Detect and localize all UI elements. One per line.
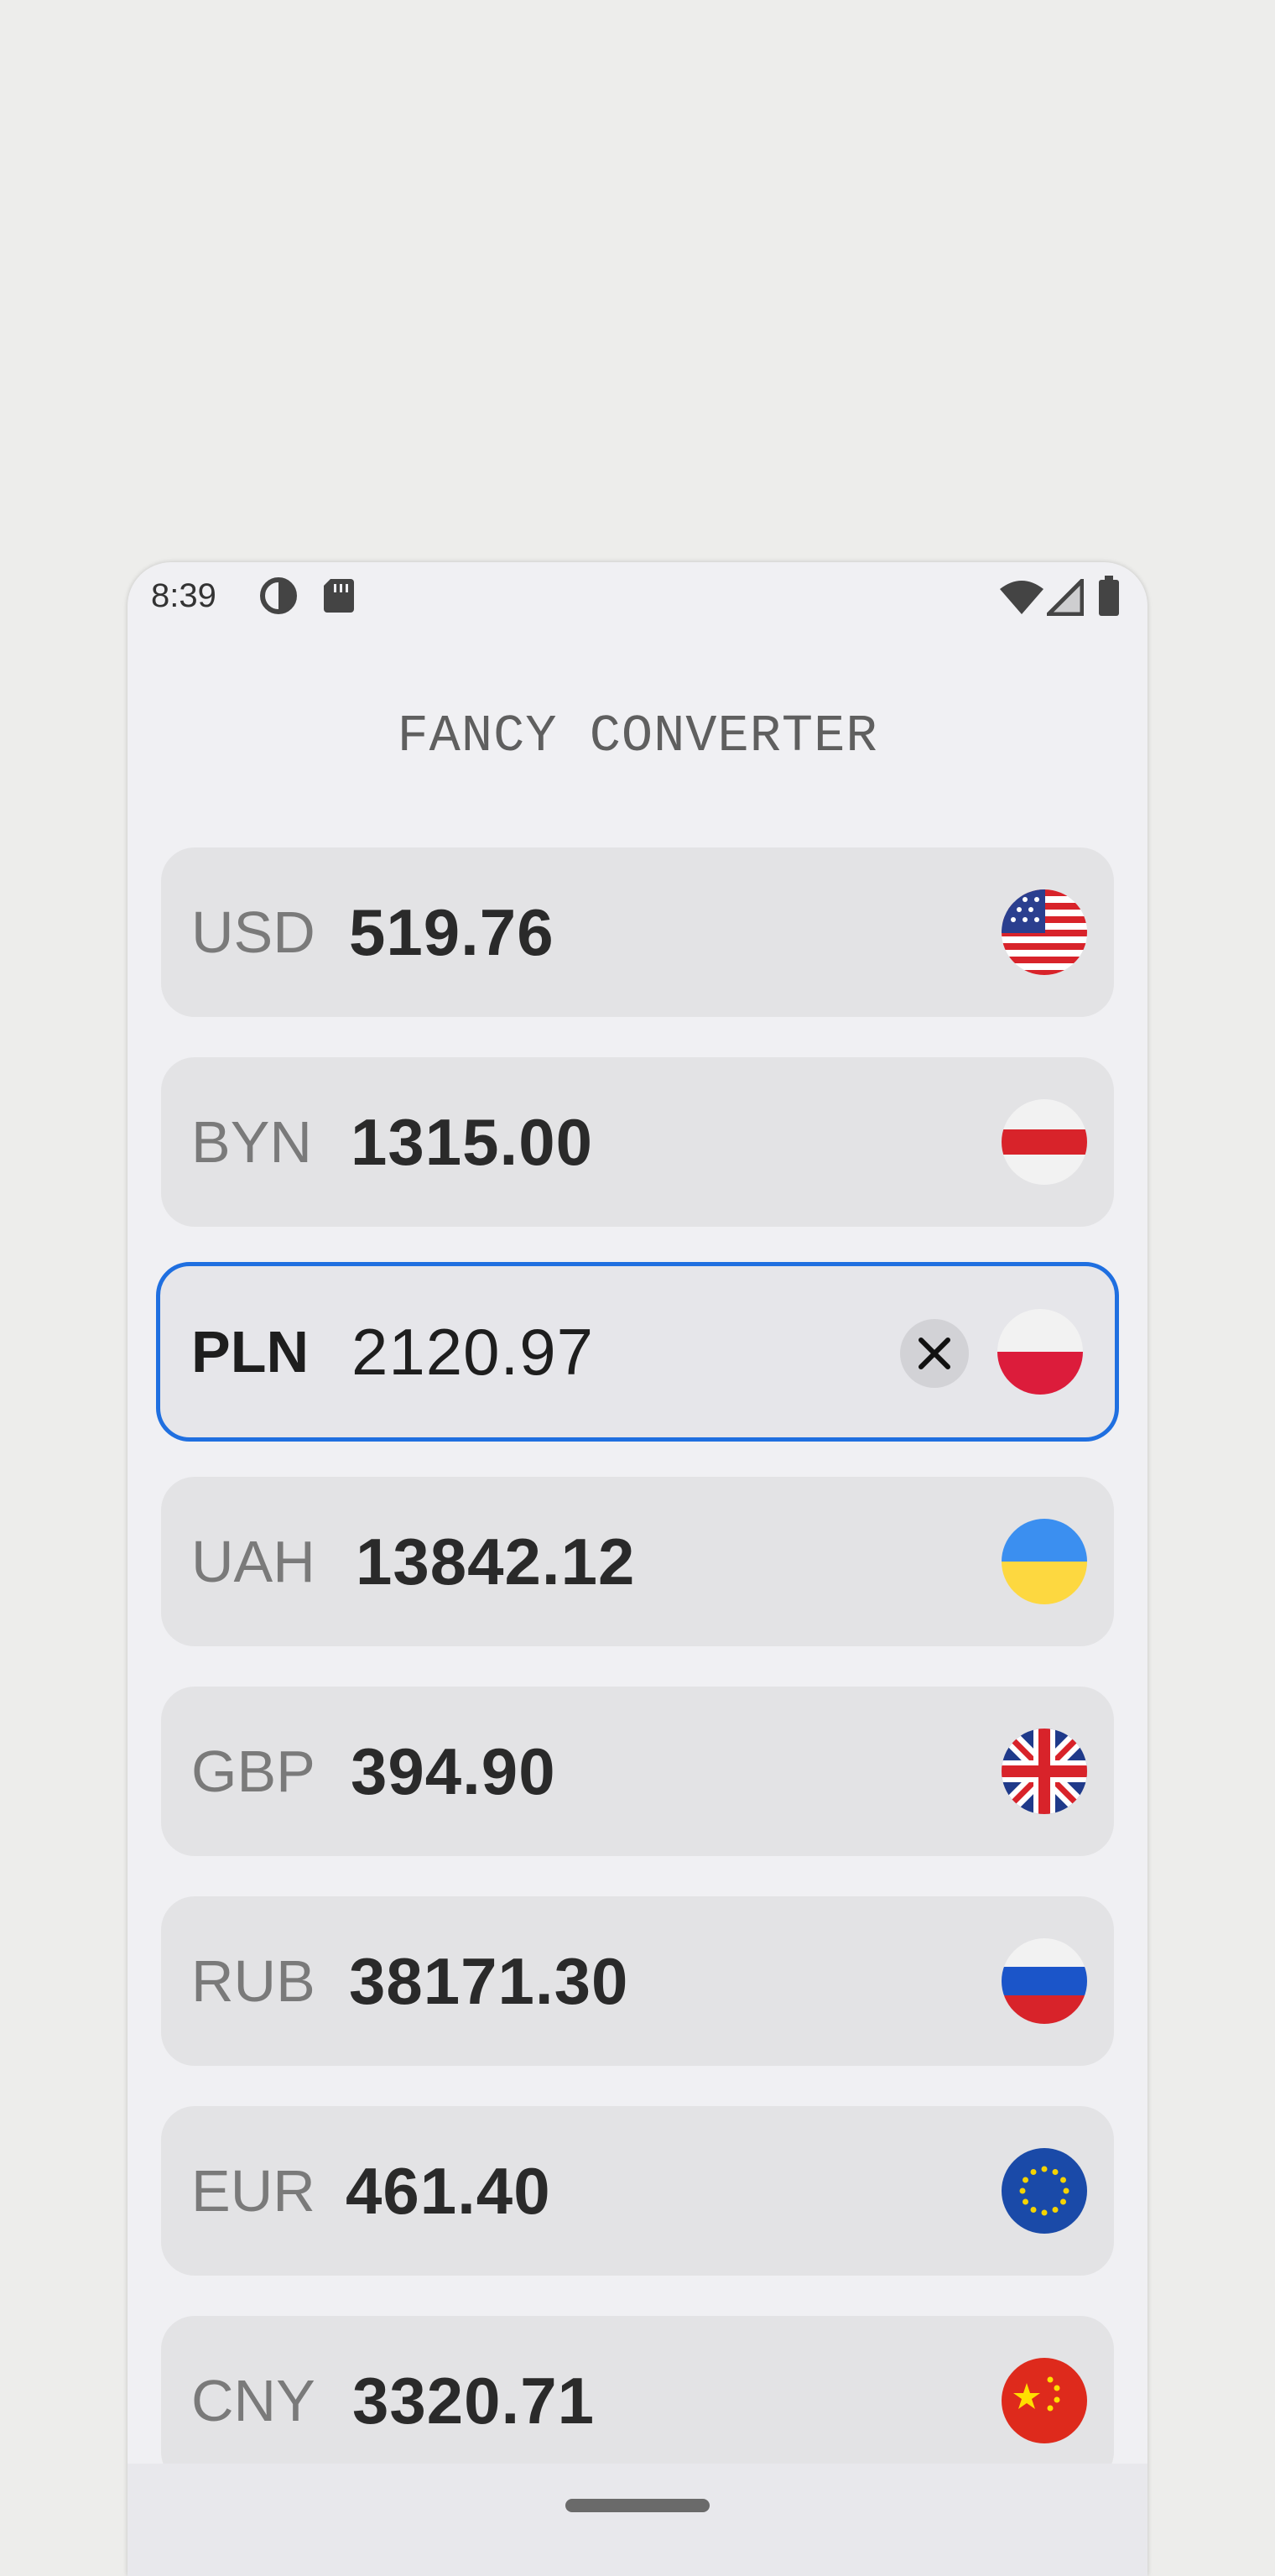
battery-icon [1097, 576, 1121, 622]
currency-row-pln[interactable]: PLN 2120.97 [156, 1262, 1119, 1442]
currency-amount-field[interactable]: 38171.30 [349, 1896, 628, 2066]
close-icon [919, 1338, 950, 1369]
home-indicator[interactable] [565, 2499, 710, 2512]
eu-flag-icon [1002, 2148, 1087, 2234]
wifi-icon [998, 579, 1045, 620]
belarus-flag-icon [1002, 1099, 1087, 1185]
status-bar: 8:39 [128, 562, 1148, 634]
phone-screen: 8:39 FANCY CONVERTER USD 519.76 BYN 1315… [128, 562, 1148, 2576]
china-flag-icon [1002, 2358, 1087, 2443]
currency-code: BYN [191, 1109, 312, 1175]
currency-code: CNY [191, 2368, 315, 2433]
status-time: 8:39 [151, 577, 216, 614]
russia-flag-icon [1002, 1938, 1087, 2024]
currency-amount-field[interactable]: 1315.00 [351, 1057, 593, 1227]
navigation-bar [128, 2464, 1148, 2576]
currency-code: EUR [191, 2158, 315, 2224]
currency-amount-field[interactable]: 3320.71 [352, 2316, 595, 2485]
currency-code: RUB [191, 1948, 315, 2014]
data-saver-icon [258, 576, 299, 620]
clear-button[interactable] [900, 1319, 969, 1388]
app-title: FANCY CONVERTER [397, 707, 878, 766]
us-flag-icon [1002, 889, 1087, 975]
poland-flag-icon [997, 1309, 1083, 1395]
currency-row-gbp[interactable]: GBP 394.90 [161, 1687, 1114, 1856]
sd-card-icon [322, 577, 356, 618]
currency-row-usd[interactable]: USD 519.76 [161, 847, 1114, 1017]
currency-row-uah[interactable]: UAH 13842.12 [161, 1477, 1114, 1646]
currency-amount-field[interactable]: 13842.12 [356, 1477, 635, 1646]
currency-amount-field[interactable]: 394.90 [351, 1687, 556, 1856]
currency-amount-input[interactable]: 2120.97 [351, 1266, 594, 1436]
currency-row-eur[interactable]: EUR 461.40 [161, 2106, 1114, 2276]
cell-signal-icon [1043, 575, 1085, 620]
currency-row-cny[interactable]: CNY 3320.71 [161, 2316, 1114, 2485]
currency-code: GBP [191, 1739, 315, 1804]
uk-flag-icon [1002, 1729, 1087, 1814]
currency-row-rub[interactable]: RUB 38171.30 [161, 1896, 1114, 2066]
currency-code: PLN [191, 1319, 309, 1384]
currency-amount-field[interactable]: 519.76 [349, 847, 554, 1017]
currency-code: USD [191, 900, 315, 965]
currency-code: UAH [191, 1529, 315, 1594]
currency-amount-field[interactable]: 461.40 [346, 2106, 551, 2276]
ukraine-flag-icon [1002, 1519, 1087, 1604]
currency-row-byn[interactable]: BYN 1315.00 [161, 1057, 1114, 1227]
